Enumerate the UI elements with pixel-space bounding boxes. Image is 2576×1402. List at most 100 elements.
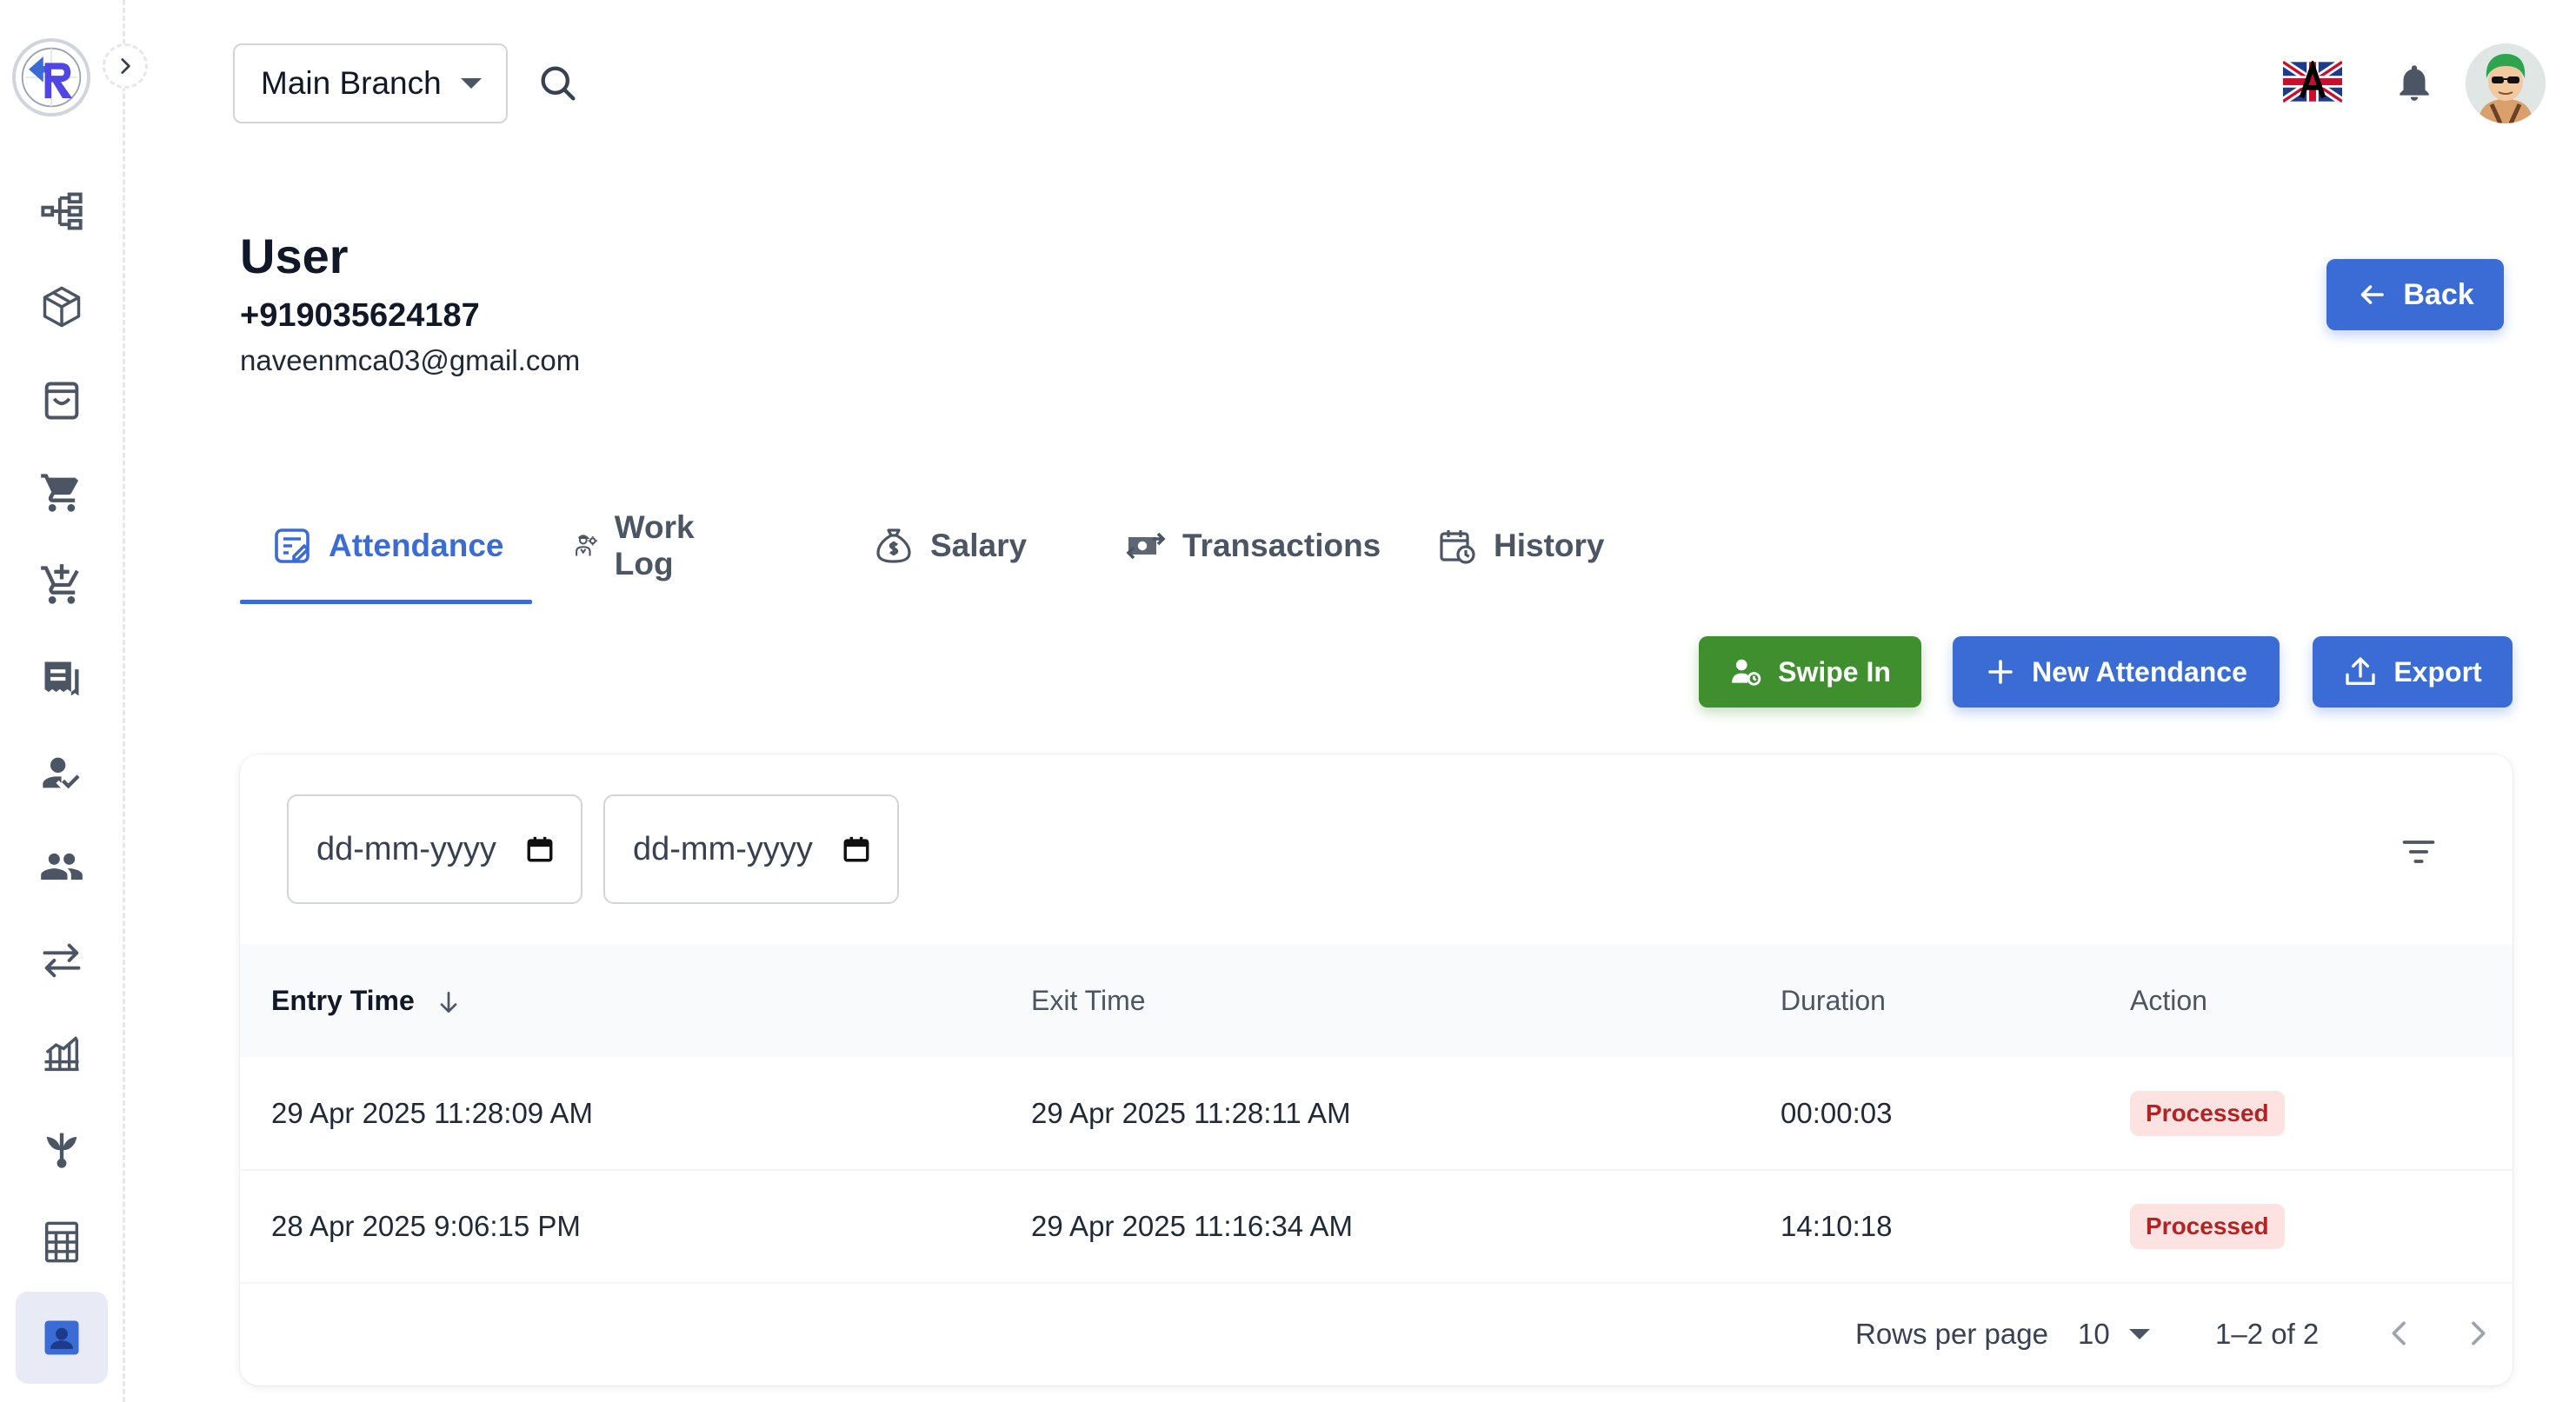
attendance-card: dd-mm-yyyy dd-mm-yyyy Entry Time Exit Ti… [240, 754, 2513, 1385]
table-row[interactable]: 28 Apr 2025 9:06:15 PM 29 Apr 2025 11:16… [240, 1170, 2513, 1283]
active-tab-indicator [240, 600, 532, 604]
to-date-placeholder: dd-mm-yyyy [633, 830, 813, 867]
receipt-icon [44, 661, 79, 696]
tab-history-label: History [1494, 528, 1605, 563]
attendance-table: Entry Time Exit Time Duration Action 29 … [240, 944, 2513, 1284]
swipe-in-label: Swipe In [1778, 655, 1891, 688]
table-header-row: Entry Time Exit Time Duration Action [240, 944, 2513, 1057]
hierarchy-icon [41, 192, 83, 230]
package-icon [43, 286, 81, 328]
cart-add-icon [41, 564, 79, 604]
tab-work-log[interactable]: Work Log [572, 487, 709, 605]
app-logo[interactable] [12, 38, 90, 116]
calendar-icon[interactable] [525, 834, 555, 864]
shopping-bag-icon [44, 382, 79, 420]
language-flag-icon[interactable] [2283, 61, 2342, 103]
pagination-range: 1–2 of 2 [2215, 1318, 2320, 1350]
transactions-icon [1126, 532, 1166, 560]
user-check-icon [43, 757, 80, 789]
sidebar-item-growth[interactable] [16, 1102, 108, 1194]
tab-work-log-label: Work Log [614, 509, 695, 581]
calculator-icon [44, 1221, 79, 1263]
notification-bell-icon[interactable] [2393, 61, 2436, 104]
caret-down-icon [460, 78, 482, 89]
sidebar-item-employees[interactable] [16, 1292, 108, 1384]
column-header-duration[interactable]: Duration [1749, 944, 2099, 1057]
status-badge: Processed [2130, 1090, 2285, 1136]
swap-icon [43, 943, 81, 978]
tab-attendance[interactable]: Attendance [271, 487, 503, 605]
sidebar-item-approvals[interactable] [16, 727, 108, 819]
back-button[interactable]: Back [2326, 259, 2504, 330]
history-icon [1440, 530, 1475, 564]
action-cell: Processed [2099, 1057, 2513, 1170]
tab-salary-label: Salary [930, 528, 1028, 563]
plant-icon [46, 1133, 77, 1168]
new-attendance-label: New Attendance [2032, 655, 2247, 688]
rows-per-page-label: Rows per page [1855, 1318, 2048, 1350]
entry-time-cell: 29 Apr 2025 11:28:09 AM [271, 1096, 594, 1129]
upload-icon [2346, 657, 2375, 685]
branch-select-value: Main Branch [261, 65, 442, 101]
column-header-action: Action [2130, 984, 2207, 1016]
to-date-input[interactable]: dd-mm-yyyy [603, 794, 899, 904]
new-attendance-button[interactable]: New Attendance [1953, 636, 2280, 708]
page-title: User [240, 229, 349, 283]
chevron-right-icon[interactable] [2460, 1316, 2495, 1351]
status-badge: Processed [2130, 1204, 2285, 1249]
sidebar-item-transfers[interactable] [16, 914, 108, 1007]
export-label: Export [2393, 655, 2482, 688]
user-phone: +919035624187 [240, 297, 480, 334]
app-root: Main Branch User +919035624187 naveenmca [0, 0, 2576, 1402]
back-button-label: Back [2403, 277, 2474, 311]
arrow-down-icon[interactable] [435, 988, 463, 1016]
sidebar-item-reports[interactable] [16, 1008, 108, 1100]
sidebar-toggle-button[interactable] [103, 43, 148, 89]
column-header-entry-time[interactable]: Entry Time [240, 944, 1000, 1057]
avatar-image [2466, 43, 2546, 123]
sidebar-item-cart-add[interactable] [16, 539, 108, 631]
duration-cell: 00:00:03 [1781, 1096, 1893, 1129]
filter-icon[interactable] [2400, 833, 2438, 871]
sidebar-item-products[interactable] [16, 261, 108, 353]
arrow-left-icon [2361, 285, 2385, 304]
attendance-icon [275, 528, 310, 563]
sidebar-item-hierarchy[interactable] [16, 165, 108, 257]
tab-history[interactable]: History [1436, 487, 1604, 605]
chart-icon [44, 1036, 79, 1072]
cart-icon [41, 474, 79, 512]
caret-down-icon [2128, 1329, 2150, 1339]
sidebar [0, 0, 148, 1402]
swipe-in-button[interactable]: Swipe In [1699, 636, 1921, 708]
user-clock-icon [1732, 659, 1761, 686]
from-date-placeholder: dd-mm-yyyy [316, 830, 496, 867]
tab-salary[interactable]: Salary [873, 487, 1027, 605]
exit-time-cell: 29 Apr 2025 11:16:34 AM [1031, 1210, 1354, 1242]
money-bag-icon [876, 528, 911, 563]
search-icon[interactable] [536, 61, 581, 106]
tab-transactions[interactable]: Transactions [1125, 487, 1381, 605]
group-icon [41, 853, 83, 880]
tab-attendance-label: Attendance [329, 528, 504, 563]
exit-time-cell: 29 Apr 2025 11:28:11 AM [1031, 1096, 1351, 1129]
export-button[interactable]: Export [2313, 636, 2513, 708]
branch-select[interactable]: Main Branch [233, 43, 508, 123]
rows-per-page-select[interactable]: 10 [2078, 1318, 2150, 1351]
rows-per-page-value: 10 [2078, 1318, 2110, 1350]
column-header-entry-time-label: Entry Time [271, 984, 415, 1016]
user-avatar[interactable] [2466, 43, 2546, 123]
table-row[interactable]: 29 Apr 2025 11:28:09 AM 29 Apr 2025 11:2… [240, 1057, 2513, 1170]
column-header-exit-time[interactable]: Exit Time [1000, 944, 1749, 1057]
plus-icon [1988, 660, 2013, 684]
from-date-input[interactable]: dd-mm-yyyy [287, 794, 582, 904]
calendar-icon[interactable] [842, 834, 871, 864]
entry-time-cell: 28 Apr 2025 9:06:15 PM [271, 1210, 581, 1242]
duration-cell: 14:10:18 [1781, 1210, 1893, 1242]
logo-icon [21, 47, 82, 108]
sidebar-item-invoices[interactable] [16, 633, 108, 725]
chevron-left-icon[interactable] [2382, 1316, 2417, 1351]
sidebar-item-accounts[interactable] [16, 1196, 108, 1288]
sidebar-item-orders[interactable] [16, 355, 108, 447]
sidebar-item-users[interactable] [16, 821, 108, 913]
sidebar-item-cart[interactable] [16, 447, 108, 539]
